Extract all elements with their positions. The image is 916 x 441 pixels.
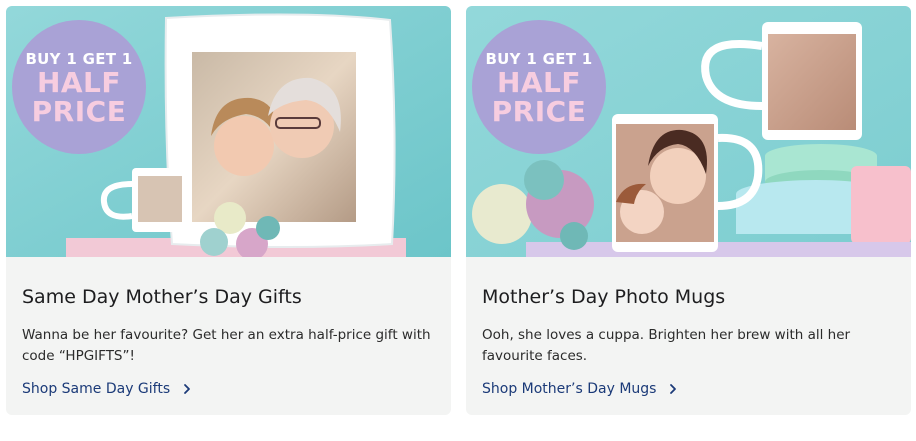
card-content: Same Day Mother’s Day Gifts Wanna be her… [22,257,435,367]
promo-badge: BUY 1 GET 1 HALF PRICE [12,20,146,154]
chevron-right-icon [670,384,677,394]
card-title: Mother’s Day Photo Mugs [482,286,726,308]
chevron-right-icon [184,384,191,394]
hero-image-pillow-gift[interactable]: BUY 1 GET 1 HALF PRICE [6,6,451,257]
promo-badge: BUY 1 GET 1 HALF PRICE [472,20,606,154]
promo-card-photo-mugs[interactable]: BUY 1 GET 1 HALF PRICE Mother’s Day Phot… [466,6,911,415]
badge-line-2: HALF [496,66,582,99]
promo-card-same-day-gifts[interactable]: BUY 1 GET 1 HALF PRICE Same Day Mother’s… [6,6,451,415]
card-description: Ooh, she loves a cuppa. Brighten her bre… [482,327,851,364]
promo-cards: BUY 1 GET 1 HALF PRICE Same Day Mother’s… [6,6,911,415]
shop-same-day-gifts-link[interactable]: Shop Same Day Gifts [22,381,192,397]
card-content: Mother’s Day Photo Mugs Ooh, she loves a… [482,257,895,367]
hero-image-photo-mugs[interactable]: BUY 1 GET 1 HALF PRICE [466,6,911,257]
link-label: Shop Mother’s Day Mugs [482,381,657,397]
badge-line-3: PRICE [31,95,127,128]
badge-line-3: PRICE [491,95,587,128]
shop-mothers-day-mugs-link[interactable]: Shop Mother’s Day Mugs [482,381,678,397]
link-label: Shop Same Day Gifts [22,381,171,397]
card-title: Same Day Mother’s Day Gifts [22,286,302,308]
card-description: Wanna be her favourite? Get her an extra… [22,327,431,364]
badge-line-2: HALF [36,66,122,99]
